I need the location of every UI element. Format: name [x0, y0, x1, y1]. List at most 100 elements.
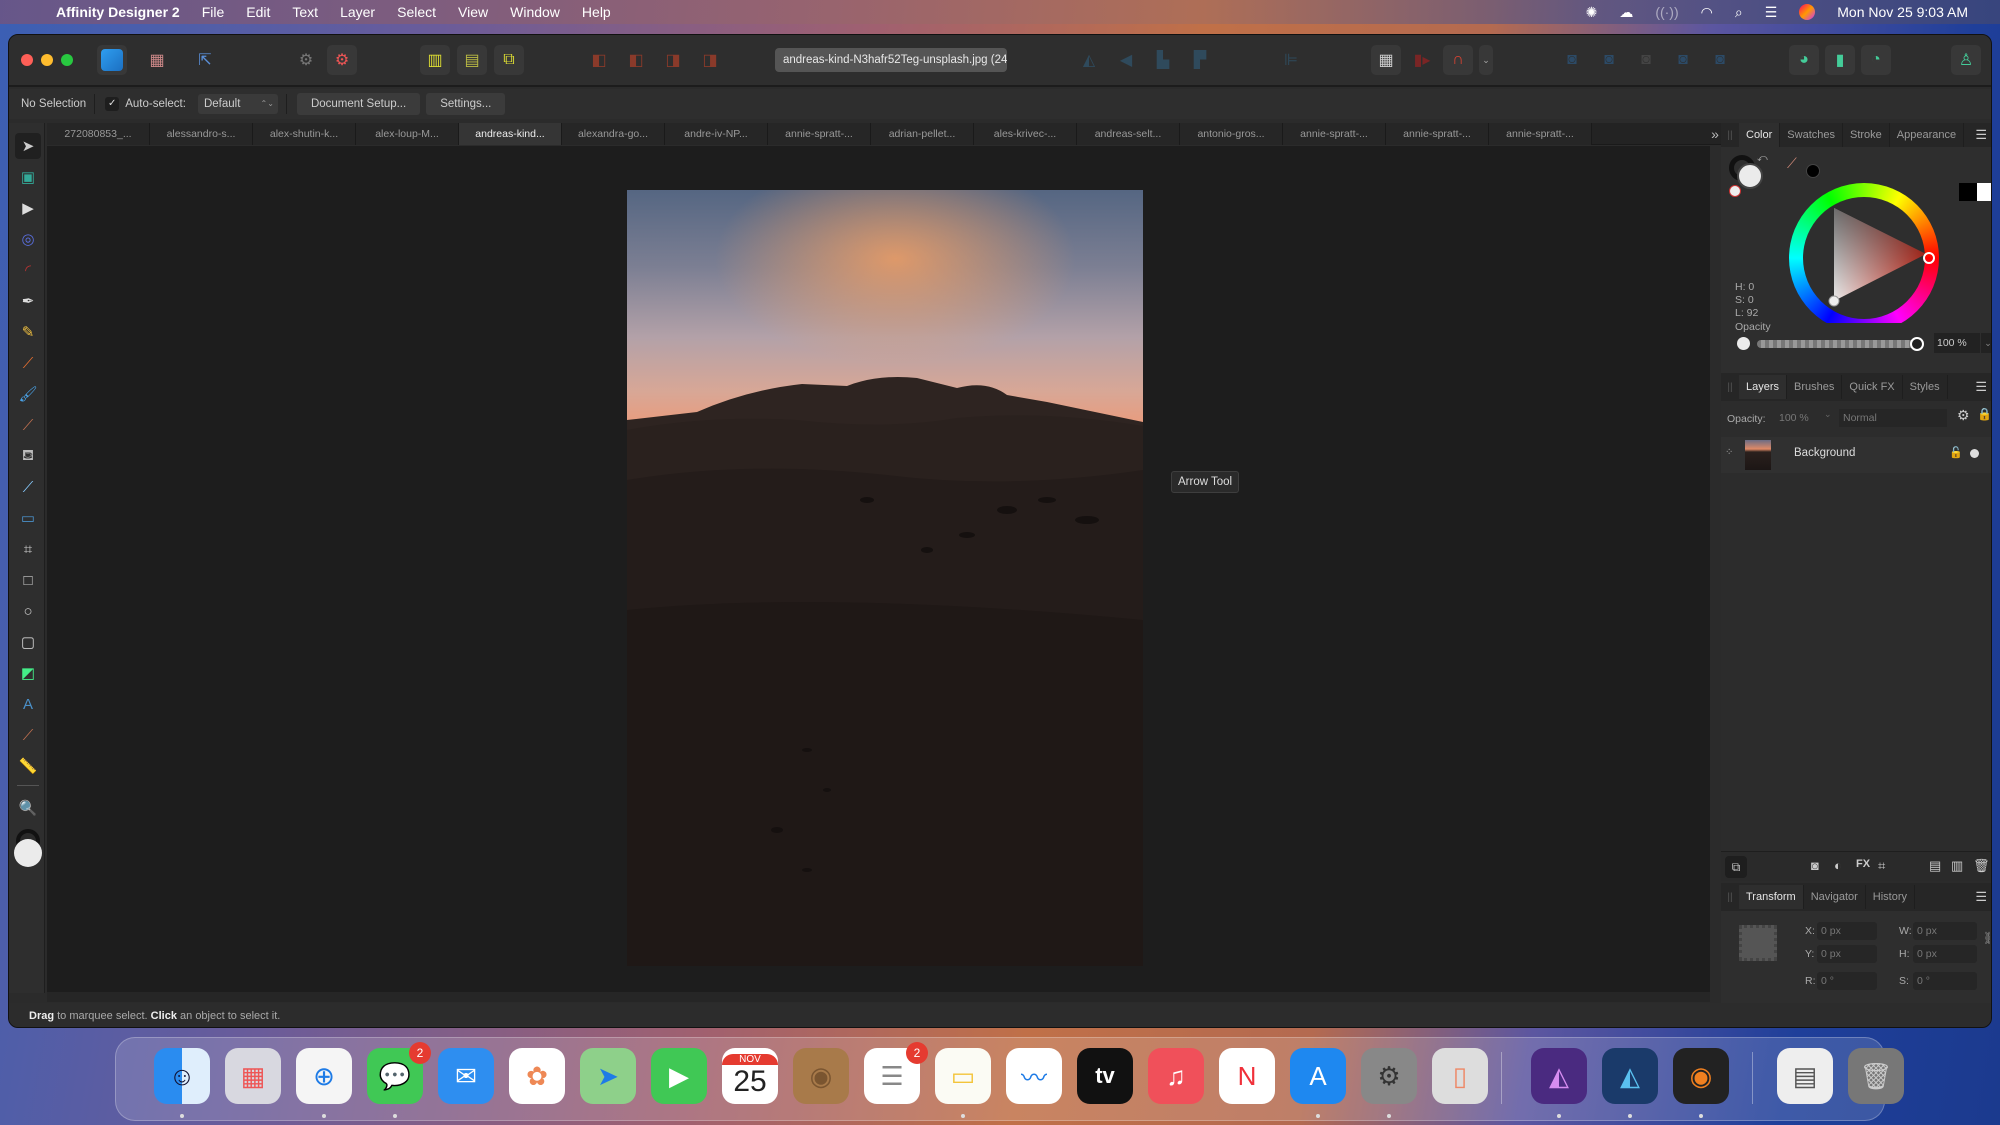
white-swatch[interactable] [1977, 183, 1991, 201]
fill-tool[interactable]: ⛾ [15, 443, 41, 469]
document-title[interactable]: andreas-kind-N3hafr52Teg-unsplash.jpg (2… [775, 48, 1007, 72]
menu-select[interactable]: Select [397, 4, 436, 20]
tab-navigator[interactable]: Navigator [1804, 885, 1866, 909]
document-tab[interactable]: 272080853_... [47, 123, 150, 145]
adjustment-icon[interactable]: ◐ [1834, 858, 1842, 873]
flip-horizontal-button[interactable]: ◭ [1074, 45, 1104, 75]
crop-tool[interactable]: ⌗ [15, 536, 41, 562]
vector-brush-tool-2[interactable]: 🖌 [15, 381, 41, 407]
dock-app-maps[interactable]: ➤ [580, 1048, 636, 1104]
document-tab[interactable]: annie-spratt-... [768, 123, 871, 145]
rotate-left-button[interactable]: ▙ [1148, 45, 1178, 75]
layer-opacity-input[interactable]: 100 % [1779, 409, 1823, 427]
tab-transform[interactable]: Transform [1739, 885, 1804, 909]
layer-visibility-icon[interactable] [1970, 449, 1979, 458]
point-transform-tool[interactable]: ◎ [15, 226, 41, 252]
node-tool[interactable]: ▶ [15, 195, 41, 221]
tab-layers[interactable]: Layers [1739, 375, 1788, 399]
artistic-text-tool[interactable]: A [15, 691, 41, 717]
panel-grip-icon[interactable]: || [1721, 130, 1739, 141]
rectangle-tool[interactable]: □ [15, 567, 41, 593]
spotlight-icon[interactable]: ⌕ [1735, 4, 1743, 21]
black-swatch[interactable] [1959, 183, 1977, 201]
document-tab[interactable]: andreas-selt... [1077, 123, 1180, 145]
document-tab[interactable]: annie-spratt-... [1386, 123, 1489, 145]
opacity-input[interactable]: 100 % [1934, 333, 1980, 353]
snapping-settings-button[interactable]: ⚙ [291, 45, 321, 75]
boolean-intersect-button[interactable]: ◙ [1631, 45, 1661, 75]
boolean-add-button[interactable]: ◙ [1557, 45, 1587, 75]
opacity-slider-handle[interactable] [1910, 337, 1924, 351]
export-persona-button[interactable]: ⇱ [190, 45, 220, 75]
panel-grip-icon[interactable]: || [1721, 382, 1739, 393]
auto-select-checkbox[interactable]: ✓ [105, 97, 120, 111]
w-input[interactable]: 0 px [1913, 922, 1977, 940]
horizontal-scrollbar[interactable] [47, 992, 1710, 1002]
menu-layer[interactable]: Layer [340, 4, 375, 20]
tab-quick-fx[interactable]: Quick FX [1842, 375, 1903, 399]
tab-color[interactable]: Color [1739, 123, 1781, 147]
mesh-warp-icon[interactable]: ⌗ [1878, 858, 1885, 874]
dock-app-photos[interactable]: ✿ [509, 1048, 565, 1104]
color-triangle[interactable] [1789, 183, 1939, 333]
menu-file[interactable]: File [202, 4, 225, 20]
close-window-button[interactable] [21, 54, 33, 66]
dock-app-notes[interactable]: ▭ [935, 1048, 991, 1104]
insert-inside-button[interactable]: ▥ [420, 45, 450, 75]
document-tab[interactable]: annie-spratt-... [1489, 123, 1592, 145]
tab-stroke[interactable]: Stroke [1843, 123, 1890, 147]
color-wheel[interactable] [1789, 183, 1939, 333]
dock-app-tv[interactable]: tv [1077, 1048, 1133, 1104]
dock-app-finder[interactable]: ☺ [154, 1048, 210, 1104]
boolean-subtract-button[interactable]: ◙ [1594, 45, 1624, 75]
vector-brush-tool[interactable]: ⟋ [15, 350, 41, 376]
layer-opacity-dropdown[interactable]: ⌄ [1824, 409, 1832, 420]
clock[interactable]: Mon Nov 25 9:03 AM [1837, 4, 1968, 20]
menu-edit[interactable]: Edit [246, 4, 270, 20]
panel-menu-icon[interactable]: ☰ [1975, 127, 1987, 143]
document-image[interactable] [627, 190, 1143, 966]
snapping-button[interactable]: ∩ [1443, 45, 1473, 75]
insert-behind-button[interactable]: ▤ [457, 45, 487, 75]
blend-mode-select[interactable]: Normal [1839, 409, 1947, 427]
dock-app-calendar[interactable]: NOV 25 [722, 1048, 778, 1104]
pen-tool[interactable]: ✒ [15, 288, 41, 314]
dock-app-document[interactable]: ▤ [1777, 1048, 1833, 1104]
opacity-slider[interactable] [1757, 337, 1924, 351]
zoom-window-button[interactable] [61, 54, 73, 66]
lock-icon[interactable]: 🔒 [1977, 407, 1991, 421]
move-tool[interactable]: ➤ [15, 133, 41, 159]
panel-menu-icon[interactable]: ☰ [1975, 889, 1987, 905]
shear-input[interactable]: 0 ° [1913, 972, 1977, 990]
designer-persona-button[interactable] [97, 45, 127, 75]
tab-brushes[interactable]: Brushes [1787, 375, 1843, 399]
flip-vertical-button[interactable]: ◀ [1111, 45, 1141, 75]
snapping-dropdown[interactable]: ⌄ [1479, 45, 1493, 75]
layer-drag-handle-icon[interactable]: ⁘ [1725, 447, 1733, 458]
menu-view[interactable]: View [458, 4, 488, 20]
mask-layer-icon[interactable]: ◙ [1811, 858, 1819, 873]
focus-icon[interactable]: ✺ [1586, 4, 1598, 21]
document-tab[interactable]: antonio-gros... [1180, 123, 1283, 145]
fill-color-swatch[interactable] [14, 839, 42, 867]
group-layers-icon[interactable]: ▥ [1951, 858, 1963, 874]
panel-menu-icon[interactable]: ☰ [1975, 379, 1987, 395]
move-front-button[interactable]: ◨ [695, 45, 725, 75]
layer-row[interactable]: ⁘ Background 🔓 [1721, 437, 1991, 473]
zoom-tool[interactable]: 🔍 [15, 795, 41, 821]
dock-app-affinity-designer-2[interactable]: ◭ [1602, 1048, 1658, 1104]
cloud-icon[interactable]: ☁ [1619, 4, 1633, 21]
dock-app-trash[interactable]: 🗑 [1848, 1048, 1904, 1104]
document-tab[interactable]: andre-iv-NP... [665, 123, 768, 145]
transparency-tool[interactable]: ⟋ [15, 474, 41, 500]
document-tab[interactable]: alessandro-s... [150, 123, 253, 145]
y-input[interactable]: 0 px [1817, 945, 1877, 963]
document-tab[interactable]: adrian-pellet... [871, 123, 974, 145]
move-backward-button[interactable]: ◧ [621, 45, 651, 75]
anchor-point-selector[interactable] [1739, 925, 1777, 961]
fill-stroke-swatch[interactable] [14, 829, 42, 873]
rasterize-button[interactable]: ◔ [1861, 45, 1891, 75]
pencil-tool[interactable]: ✎ [15, 319, 41, 345]
color-picker-tool[interactable]: ⟋ [15, 722, 41, 748]
layer-lock-icon[interactable]: 🔓 [1949, 446, 1963, 459]
